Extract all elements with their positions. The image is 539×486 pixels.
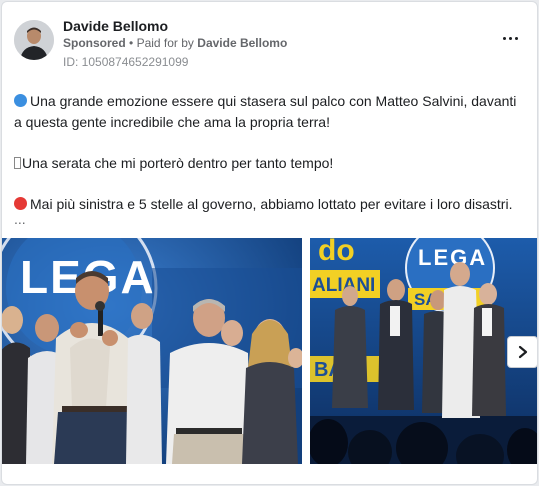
post-text: Una grande emozione essere qui stasera s…	[14, 91, 526, 215]
media-carousel[interactable]: LEGA	[2, 238, 537, 464]
blue-circle-icon	[14, 94, 27, 107]
stage-photo-2: do ALIANI LEGA SALVI BA	[310, 238, 537, 464]
more-horizontal-icon	[502, 36, 506, 40]
ad-id: ID: 1050874652291099	[63, 55, 189, 69]
separator: •	[129, 36, 134, 50]
carousel-next-button[interactable]	[507, 336, 537, 368]
paid-for-name[interactable]: Davide Bellomo	[197, 36, 287, 50]
see-more-ellipsis[interactable]: ...	[14, 211, 26, 227]
post-line-1: Una grande emozione essere qui stasera s…	[14, 93, 517, 130]
carousel-photo-2[interactable]: do ALIANI LEGA SALVI BA	[310, 238, 537, 464]
red-circle-icon	[14, 197, 27, 210]
avatar[interactable]	[14, 20, 54, 60]
sponsored-label: Sponsored	[63, 36, 126, 50]
post-header: Davide Bellomo Sponsored • Paid for by D…	[2, 2, 537, 82]
sponsored-line: Sponsored • Paid for by Davide Bellomo	[63, 35, 287, 51]
ad-card: Davide Bellomo Sponsored • Paid for by D…	[1, 1, 538, 485]
avatar-image	[14, 20, 54, 60]
post-line-3: Mai più sinistra e 5 stelle al governo, …	[14, 194, 526, 215]
paid-for-prefix: Paid for by	[136, 36, 194, 50]
missing-glyph-icon	[14, 157, 21, 169]
more-options-button[interactable]	[499, 30, 521, 46]
chevron-right-icon	[518, 345, 527, 359]
sign-text-top: do	[318, 238, 355, 267]
advertiser-name[interactable]: Davide Bellomo	[63, 17, 168, 35]
post-line-2: Una serata che mi porterò dentro per tan…	[14, 153, 526, 174]
carousel-photo-1[interactable]: LEGA	[2, 238, 302, 464]
stage-photo-1: LEGA	[2, 238, 302, 464]
